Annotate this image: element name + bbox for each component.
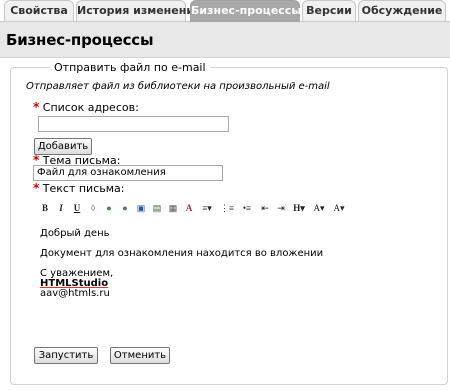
image-icon[interactable]: ▣: [134, 201, 148, 215]
video-icon[interactable]: ▤: [150, 201, 164, 215]
addresses-input[interactable]: [38, 116, 229, 132]
heading-icon[interactable]: H▾: [290, 201, 308, 215]
unlink-icon[interactable]: ●: [118, 201, 132, 215]
tab-discussion[interactable]: Обсуждение: [358, 0, 446, 21]
tab-business-processes[interactable]: Бизнес-процессы: [190, 0, 301, 22]
addresses-label: Список адресов:: [42, 101, 139, 114]
body-greeting: Добрый день: [40, 228, 110, 239]
editor-toolbar: B I U ◊ ● ● ▣ ▤ ▦ A ≡▾ ⋮≡ •≡ ⇤ ⇥ H▾ A▾ A…: [38, 200, 448, 216]
eraser-icon[interactable]: ◊: [86, 201, 100, 215]
text-label-row: * Текст письма:: [33, 181, 124, 195]
italic-icon[interactable]: I: [54, 201, 68, 215]
font-color-icon[interactable]: A: [182, 201, 196, 215]
subject-input[interactable]: Файл для ознакомления: [33, 165, 223, 181]
body-email: aav@htmls.ru: [40, 288, 110, 299]
tab-bar: Свойства История изменений Бизнес-процес…: [0, 0, 450, 22]
text-label: Текст письма:: [42, 182, 125, 195]
form-fieldset: [10, 67, 448, 385]
page-title: Бизнес-процессы: [6, 31, 154, 49]
link-icon[interactable]: ●: [102, 201, 116, 215]
outdent-icon[interactable]: ⇤: [258, 201, 272, 215]
cancel-button[interactable]: Отменить: [110, 347, 170, 364]
font-size-icon[interactable]: A▾: [310, 201, 328, 215]
table-icon[interactable]: ▦: [166, 201, 180, 215]
tab-properties[interactable]: Свойства: [4, 0, 74, 21]
required-mark: *: [33, 181, 40, 195]
page-header: Бизнес-процессы: [0, 22, 450, 58]
required-mark: *: [33, 100, 40, 114]
indent-icon[interactable]: ⇥: [274, 201, 288, 215]
run-button[interactable]: Запустить: [34, 347, 98, 364]
form-description: Отправляет файл из библиотеки на произво…: [26, 81, 330, 92]
tab-versions[interactable]: Версии: [302, 0, 356, 21]
addresses-label-row: * Список адресов:: [33, 100, 139, 114]
body-text: Документ для ознакомления находится во в…: [40, 248, 324, 259]
ordered-list-icon[interactable]: ⋮≡: [218, 201, 236, 215]
font-family-icon[interactable]: A▾: [330, 201, 348, 215]
form-legend: Отправить файл по e-mail: [50, 61, 210, 74]
tab-history[interactable]: История изменений: [76, 0, 202, 21]
bold-icon[interactable]: B: [38, 201, 52, 215]
unordered-list-icon[interactable]: •≡: [238, 201, 256, 215]
align-icon[interactable]: ≡▾: [198, 201, 216, 215]
underline-icon[interactable]: U: [70, 201, 84, 215]
